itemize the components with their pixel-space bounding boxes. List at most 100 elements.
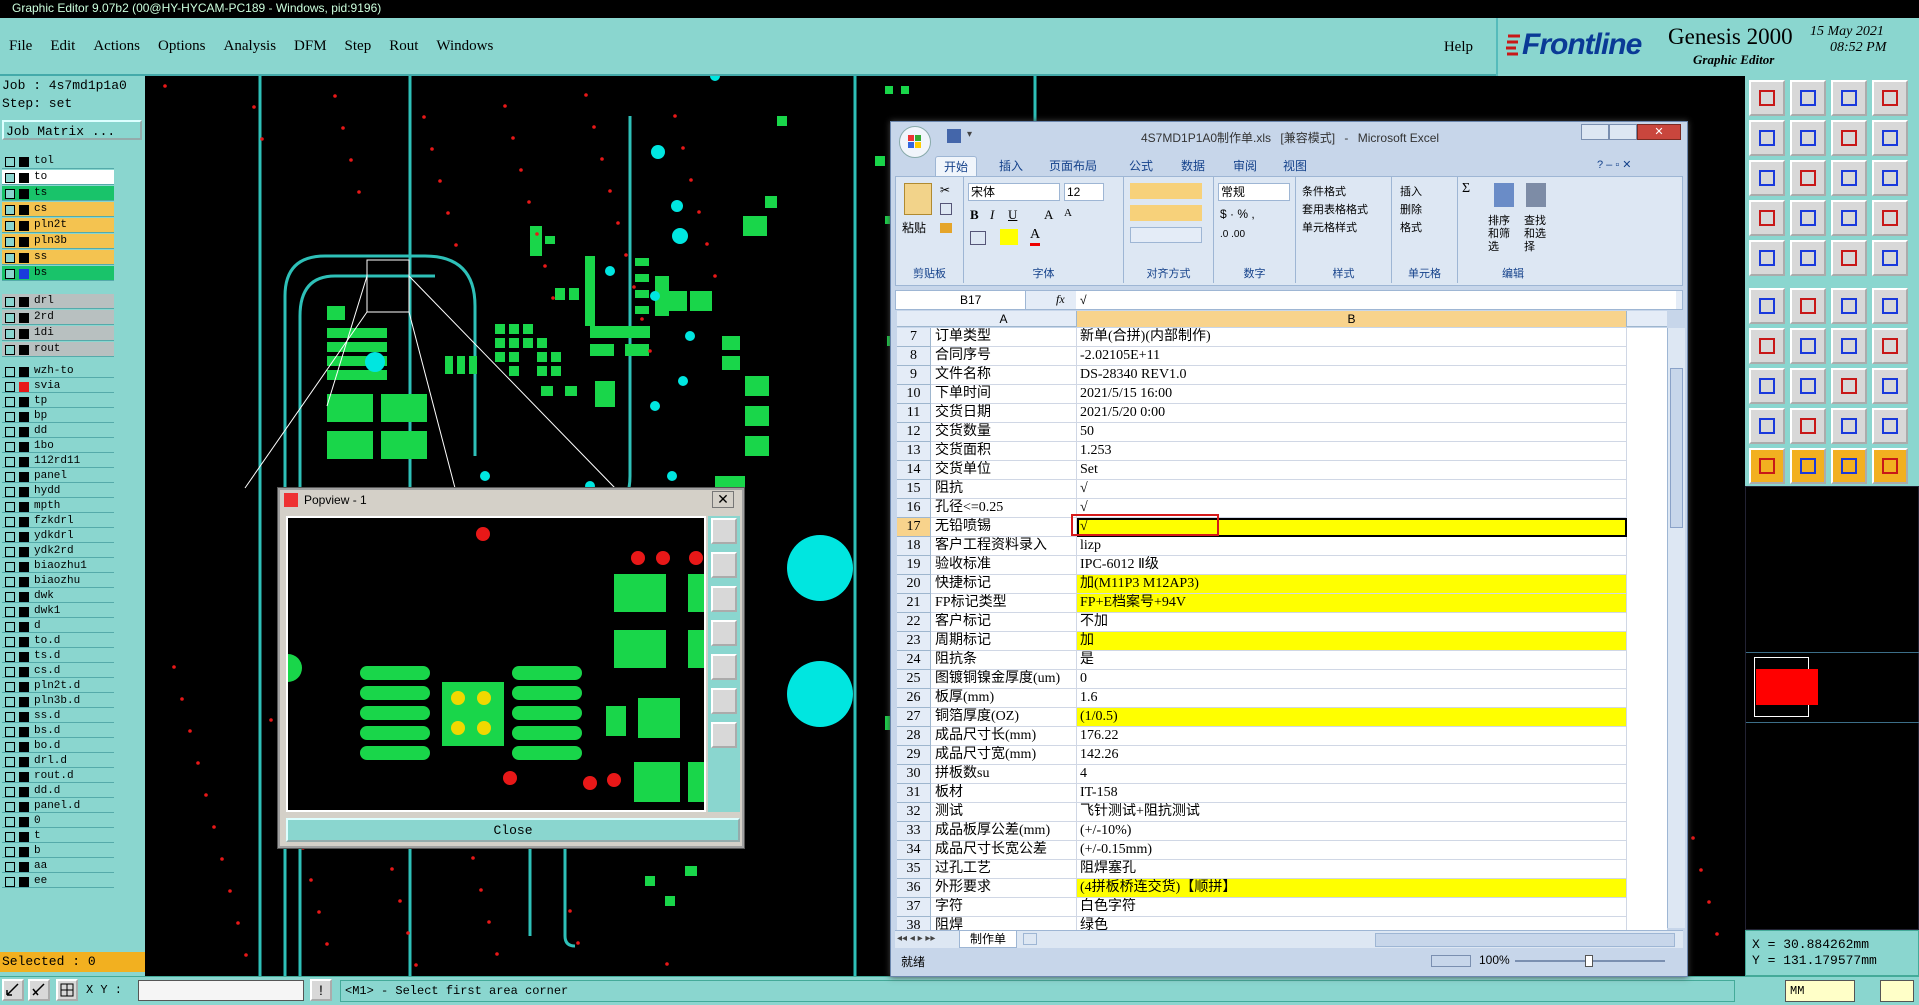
cell-b[interactable]: 加(M11P3 M12AP3)	[1077, 575, 1627, 594]
move-icon[interactable]	[1831, 288, 1867, 324]
layer-checkbox[interactable]	[5, 269, 15, 279]
row-header[interactable]: 26	[897, 689, 931, 708]
layer-checkbox[interactable]	[5, 787, 15, 797]
layer-checkbox[interactable]	[5, 313, 15, 323]
menu-help[interactable]: Help	[1435, 18, 1482, 76]
layer-row[interactable]: ss	[2, 250, 114, 265]
popview-zoom-out-icon[interactable]	[711, 722, 737, 748]
cell-a[interactable]: 板材	[931, 784, 1077, 803]
layers-icon[interactable]	[1872, 120, 1908, 156]
layer-checkbox[interactable]	[5, 517, 15, 527]
row-header[interactable]: 8	[897, 347, 931, 366]
layer-row[interactable]: 112rd11	[2, 454, 114, 468]
save-icon[interactable]	[1790, 80, 1826, 116]
zoom-icon[interactable]	[1831, 120, 1867, 156]
popview-titlebar[interactable]: Popview - 1 ✕	[280, 490, 742, 510]
restore-icon[interactable]	[1609, 124, 1637, 140]
cell-b[interactable]: 白色字符	[1077, 898, 1627, 917]
popview-close-button[interactable]: Close	[286, 818, 740, 842]
layer-checkbox[interactable]	[5, 487, 15, 497]
menu-windows[interactable]: Windows	[427, 17, 502, 75]
cell-b[interactable]: 是	[1077, 651, 1627, 670]
home-icon[interactable]	[1831, 80, 1867, 116]
layer-row[interactable]: pln3b	[2, 234, 114, 249]
layer-checkbox[interactable]	[5, 367, 15, 377]
cut-icon[interactable]: ✂	[940, 183, 950, 197]
cell-a[interactable]: 阻抗	[931, 480, 1077, 499]
cell-b[interactable]: 0	[1077, 670, 1627, 689]
row-header[interactable]: 11	[897, 404, 931, 423]
curve-icon[interactable]	[1831, 328, 1867, 364]
row-header[interactable]: 10	[897, 385, 931, 404]
cell-b[interactable]: 50	[1077, 423, 1627, 442]
insert-sheet-icon[interactable]	[1023, 933, 1037, 945]
cell-b[interactable]: 142.26	[1077, 746, 1627, 765]
row-header[interactable]: 12	[897, 423, 931, 442]
layer-row[interactable]: tp	[2, 394, 114, 408]
row-header[interactable]: 15	[897, 480, 931, 499]
cell-a[interactable]: 图镀铜镍金厚度(um)	[931, 670, 1077, 689]
cell-a[interactable]: 板厚(mm)	[931, 689, 1077, 708]
layer-checkbox[interactable]	[5, 877, 15, 887]
open-icon[interactable]	[1749, 80, 1785, 116]
line-icon[interactable]	[1749, 328, 1785, 364]
popview-close-x-icon[interactable]: ✕	[712, 491, 734, 508]
paste-icon[interactable]	[904, 183, 932, 215]
layer-row[interactable]: panel	[2, 469, 114, 483]
cell-b[interactable]: -2.02105E+11	[1077, 347, 1627, 366]
node-icon[interactable]	[1749, 288, 1785, 324]
cell-b[interactable]: √	[1077, 480, 1627, 499]
format-cells-button[interactable]: 格式	[1400, 219, 1422, 235]
layer-row[interactable]: 2rd	[2, 310, 114, 325]
insert-cells-button[interactable]: 插入	[1400, 183, 1422, 199]
layer-checkbox[interactable]	[5, 592, 15, 602]
cell-b[interactable]: lizp	[1077, 537, 1627, 556]
cell-b[interactable]: 1.6	[1077, 689, 1627, 708]
italic-icon[interactable]: I	[990, 207, 994, 223]
ribbon-tab-layout[interactable]: 页面布局	[1041, 156, 1105, 176]
xy-input[interactable]	[138, 980, 304, 1001]
cell-b[interactable]: Set	[1077, 461, 1627, 480]
cell-b[interactable]: 1.253	[1077, 442, 1627, 461]
cell-b[interactable]: (1/0.5)	[1077, 708, 1627, 727]
layer-checkbox[interactable]	[5, 382, 15, 392]
zoom-slider-thumb[interactable]	[1585, 955, 1593, 967]
horizontal-align-icons[interactable]	[1130, 205, 1202, 221]
row-header[interactable]: 20	[897, 575, 931, 594]
route2-icon[interactable]	[1872, 200, 1908, 236]
cell-a[interactable]: FP标记类型	[931, 594, 1077, 613]
currency-percent-icons[interactable]: $ · % ,	[1220, 207, 1255, 221]
layer-row[interactable]: ss.d	[2, 709, 114, 723]
row-header[interactable]: 35	[897, 860, 931, 879]
tri3-icon[interactable]	[1831, 408, 1867, 444]
cell-b[interactable]: 飞针测试+阻抗测试	[1077, 803, 1627, 822]
layer-row[interactable]: drl.d	[2, 754, 114, 768]
cell-a[interactable]: 快捷标记	[931, 575, 1077, 594]
layer-checkbox[interactable]	[5, 742, 15, 752]
cell-a[interactable]: 文件名称	[931, 366, 1077, 385]
row-header[interactable]: 36	[897, 879, 931, 898]
layer-row[interactable]: 1bo	[2, 439, 114, 453]
snap-icon[interactable]	[1749, 368, 1785, 404]
cell-a[interactable]: 成品尺寸长宽公差	[931, 841, 1077, 860]
shape-icon[interactable]	[1790, 240, 1826, 276]
layer-row[interactable]: bp	[2, 409, 114, 423]
minimize-icon[interactable]	[1581, 124, 1609, 140]
layer-row[interactable]: bs.d	[2, 724, 114, 738]
info-button[interactable]: !	[310, 979, 332, 1001]
layer-checkbox[interactable]	[5, 173, 15, 183]
underline-icon[interactable]: U	[1008, 207, 1017, 223]
cell-a[interactable]: 阻抗条	[931, 651, 1077, 670]
layer-row[interactable]: cs.d	[2, 664, 114, 678]
layer-checkbox[interactable]	[5, 547, 15, 557]
cell-a[interactable]: 成品尺寸长(mm)	[931, 727, 1077, 746]
cell-a[interactable]: 订单类型	[931, 328, 1077, 347]
cell-b[interactable]: 176.22	[1077, 727, 1627, 746]
ribbon-help-icons[interactable]: ? – ▫ ✕	[1597, 158, 1677, 174]
close-icon[interactable]: ✕	[1637, 124, 1681, 140]
layer-row[interactable]: tol	[2, 154, 114, 169]
cell-b[interactable]: (+/-10%)	[1077, 822, 1627, 841]
fill-color-icon[interactable]	[1000, 229, 1018, 245]
layer-checkbox[interactable]	[5, 412, 15, 422]
row-header[interactable]: 16	[897, 499, 931, 518]
